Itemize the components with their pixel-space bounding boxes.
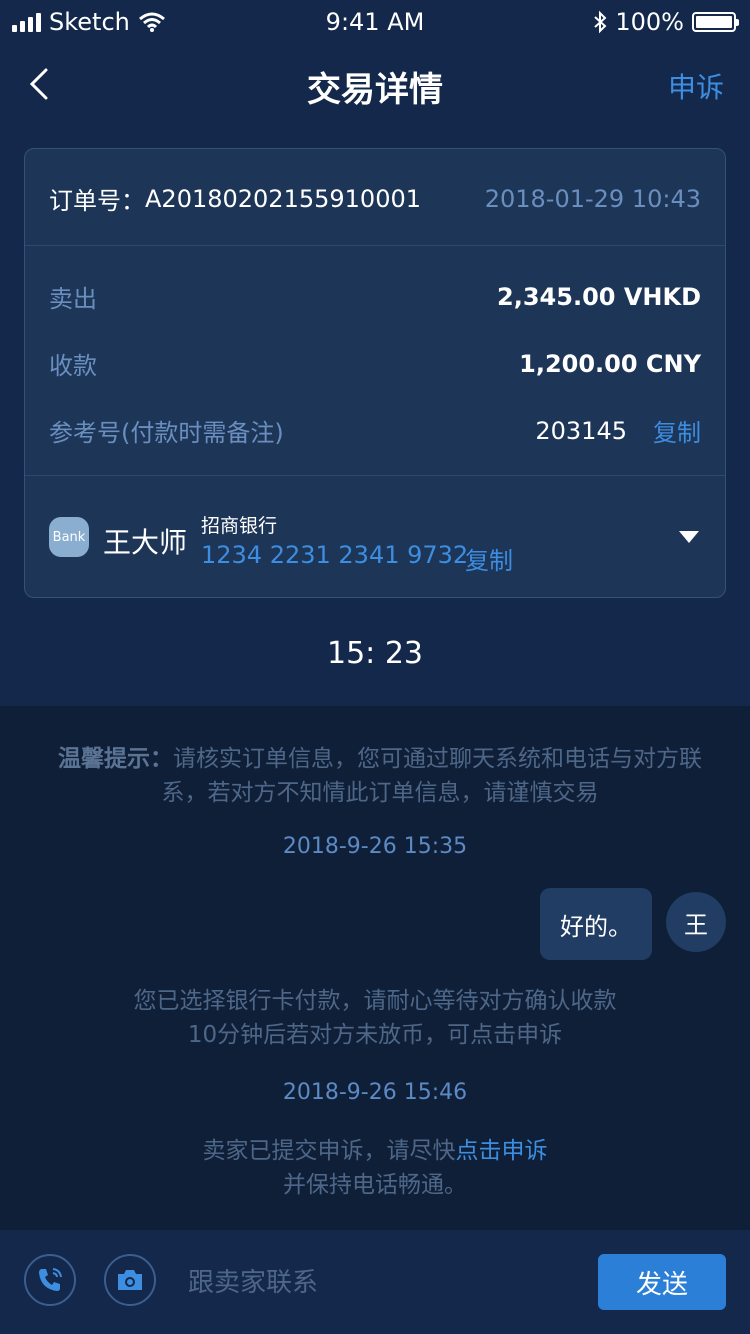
sell-label: 卖出 [49, 285, 97, 313]
appeal-button[interactable]: 申诉 [668, 66, 724, 106]
copy-account-button[interactable]: 复制 [465, 541, 513, 576]
phone-call-button[interactable] [24, 1254, 76, 1306]
message-input[interactable] [186, 1260, 570, 1306]
notice-title: 温馨提示： [58, 746, 173, 772]
warning-notice: 温馨提示：请核实订单信息，您可通过聊天系统和电话与对方联系，若对方不知情此订单信… [40, 742, 720, 810]
chat-area[interactable]: 温馨提示：请核实订单信息，您可通过聊天系统和电话与对方联系，若对方不知情此订单信… [0, 706, 750, 1230]
message-bubble: 好的。 [540, 888, 652, 960]
camera-icon [118, 1270, 142, 1290]
account-holder: 王大师 [103, 526, 188, 559]
chat-timestamp: 2018-9-26 15:35 [282, 834, 468, 859]
receive-value: 1,200.00 CNY [519, 349, 701, 378]
receive-row: 收款 1,200.00 CNY [49, 346, 701, 381]
sell-row: 卖出 2,345.00 VHKD [49, 279, 701, 314]
reference-label: 参考号(付款时需备注) [49, 419, 284, 447]
notice-text: 请核实订单信息，您可通过聊天系统和电话与对方联系，若对方不知情此订单信息，请谨慎… [161, 746, 703, 806]
nav-bar: 交易详情 申诉 [0, 44, 750, 132]
divider [25, 475, 725, 476]
order-datetime: 2018-01-29 10:43 [484, 184, 701, 213]
order-header: 订单号： A20180202155910001 2018-01-29 10:43 [49, 181, 701, 216]
battery-icon [692, 12, 739, 32]
bank-icon: Bank [49, 517, 89, 557]
system-message-line: 10分钟后若对方未放币，可点击申诉 [187, 1022, 563, 1048]
reference-row: 参考号(付款时需备注) 203145 复制 [49, 413, 701, 448]
system-message-line: 并保持电话畅通。 [283, 1172, 467, 1198]
chat-timestamp: 2018-9-26 15:46 [282, 1080, 468, 1105]
send-button[interactable]: 发送 [598, 1254, 726, 1310]
status-bar: Sketch 9:41 AM 100% [0, 0, 750, 44]
page-title: 交易详情 [307, 70, 443, 110]
system-message: 卖家已提交申诉，请尽快点击申诉 并保持电话畅通。 [0, 1134, 750, 1202]
copy-reference-button[interactable]: 复制 [653, 413, 701, 448]
system-message-line: 您已选择银行卡付款，请耐心等待对方确认收款 [133, 988, 617, 1014]
system-message-text: 卖家已提交申诉，请尽快 [202, 1138, 456, 1164]
divider [25, 245, 725, 246]
countdown-timer: 15: 23 [327, 636, 423, 671]
system-message: 您已选择银行卡付款，请耐心等待对方确认收款 10分钟后若对方未放币，可点击申诉 [0, 984, 750, 1052]
camera-button[interactable] [104, 1254, 156, 1306]
receive-label: 收款 [49, 352, 97, 380]
phone-icon [39, 1268, 62, 1291]
avatar: 王 [666, 892, 726, 952]
reference-number: 203145 [535, 416, 627, 445]
order-number-label: 订单号： [49, 187, 145, 215]
order-number: A20180202155910001 [145, 184, 421, 213]
chevron-down-icon[interactable] [679, 531, 699, 543]
order-card: 订单号： A20180202155910001 2018-01-29 10:43… [24, 148, 726, 598]
bank-name: 招商银行 [201, 515, 278, 537]
composer-bar: 发送 [0, 1230, 750, 1334]
appeal-link[interactable]: 点击申诉 [456, 1138, 548, 1164]
bluetooth-icon [594, 10, 607, 34]
battery-percent: 100% [615, 8, 684, 36]
sell-value: 2,345.00 VHKD [497, 282, 701, 311]
bank-account-number: 1234 2231 2341 9732 [201, 541, 469, 569]
